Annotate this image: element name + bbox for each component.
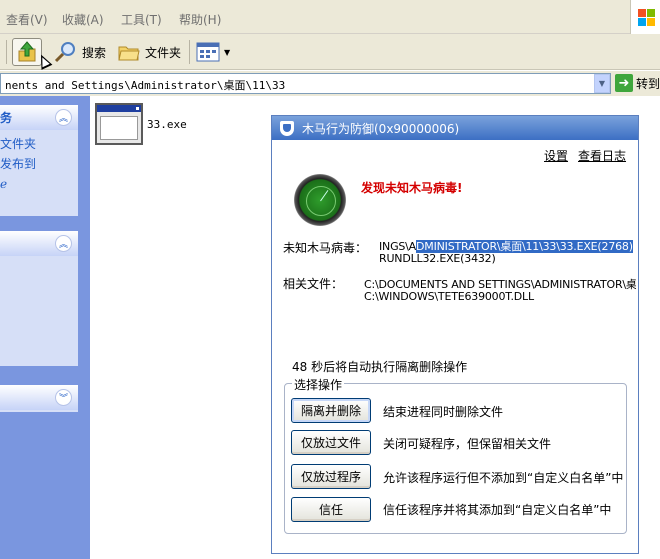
collapse-up-icon[interactable]: ︽ [55, 235, 72, 252]
task-panel-file-tasks: 务 ︽ 文件夹 发布到 ℯ [0, 105, 78, 216]
action-group-title: 选择操作 [292, 376, 345, 393]
settings-link[interactable]: 设置 [544, 147, 568, 164]
menu-tools[interactable]: 工具(T) [121, 11, 162, 28]
task-panel-other-places: ︽ [0, 231, 78, 366]
views-button[interactable]: ▼ [196, 38, 230, 66]
search-icon [54, 42, 75, 63]
toolbar: 搜索 文件夹 ▼ [0, 34, 660, 70]
file-name[interactable]: 33.exe [147, 118, 187, 131]
shield-icon [280, 120, 294, 136]
address-bar: nents and Settings\Administrator\桌面\11\3… [0, 71, 660, 96]
expand-down-icon[interactable]: ︾ [55, 389, 72, 406]
related-files-label: 相关文件： [283, 277, 344, 291]
go-arrow-icon: ➜ [615, 74, 633, 92]
countdown-text: 48 秒后将自动执行隔离删除操作 [292, 360, 468, 374]
toolbar-separator [189, 40, 190, 64]
quarantine-delete-desc: 结束进程同时删除文件 [383, 405, 504, 419]
task-panel-details: ︾ [0, 385, 78, 412]
allow-file-button[interactable]: 仅放过文件 [291, 430, 371, 455]
allow-program-desc: 允许该程序运行但不添加到“自定义白名单”中 [383, 471, 624, 485]
allow-file-desc: 关闭可疑程序，但保留相关文件 [383, 437, 552, 451]
trust-button[interactable]: 信任 [291, 497, 371, 522]
search-button[interactable]: 搜索 [54, 38, 106, 66]
up-folder-icon [18, 41, 36, 62]
collapse-up-icon[interactable]: ︽ [55, 109, 72, 126]
virus-path-2: RUNDLL32.EXE(3432) [379, 252, 496, 265]
menu-bar: 查看(V) 收藏(A) 工具(T) 帮助(H) [0, 0, 660, 34]
windows-logo-icon [630, 0, 660, 34]
go-button[interactable]: ➜ 转到 [615, 74, 660, 92]
address-dropdown-button[interactable]: ▼ [594, 74, 610, 93]
search-label: 搜索 [82, 45, 107, 60]
quarantine-delete-button[interactable]: 隔离并删除 [291, 398, 371, 423]
trojan-defense-dialog: 木马行为防御(0x90000006) 设置 查看日志 发现未知木马病毒! 未知木… [271, 115, 639, 554]
folders-button[interactable]: 文件夹 [117, 38, 181, 66]
views-dropdown-icon: ▼ [224, 47, 231, 57]
trust-desc: 信任该程序并将其添加到“自定义白名单”中 [383, 503, 612, 517]
view-log-link[interactable]: 查看日志 [578, 147, 626, 164]
views-icon [196, 42, 220, 62]
dialog-title-bar[interactable]: 木马行为防御(0x90000006) [272, 116, 638, 140]
task-pane: 务 ︽ 文件夹 发布到 ℯ ︽ ︾ [0, 96, 90, 559]
go-label: 转到 [636, 76, 660, 91]
task-link-more[interactable]: ℯ [0, 174, 78, 194]
address-input[interactable]: nents and Settings\Administrator\桌面\11\3… [0, 73, 611, 94]
task-panel-title: 务 [0, 111, 13, 125]
action-group: 选择操作 隔离并删除 结束进程同时删除文件 仅放过文件 关闭可疑程序，但保留相关… [284, 376, 627, 534]
folders-label: 文件夹 [145, 45, 182, 60]
task-link-folder[interactable]: 文件夹 [0, 134, 78, 154]
related-path-2: C:\WINDOWS\TETE639000T.DLL [364, 290, 534, 303]
exe-file-icon[interactable] [95, 103, 143, 145]
task-link-publish[interactable]: 发布到 [0, 154, 78, 174]
menu-favorites[interactable]: 收藏(A) [62, 11, 104, 28]
menu-view[interactable]: 查看(V) [6, 11, 48, 28]
allow-program-button[interactable]: 仅放过程序 [291, 464, 371, 489]
dialog-title: 木马行为防御(0x90000006) [302, 121, 460, 136]
radar-icon [294, 174, 346, 226]
alert-message: 发现未知木马病毒! [361, 181, 463, 195]
menu-help[interactable]: 帮助(H) [179, 11, 221, 28]
folder-icon [118, 46, 140, 61]
toolbar-separator [6, 40, 7, 64]
virus-label: 未知木马病毒： [283, 241, 368, 255]
